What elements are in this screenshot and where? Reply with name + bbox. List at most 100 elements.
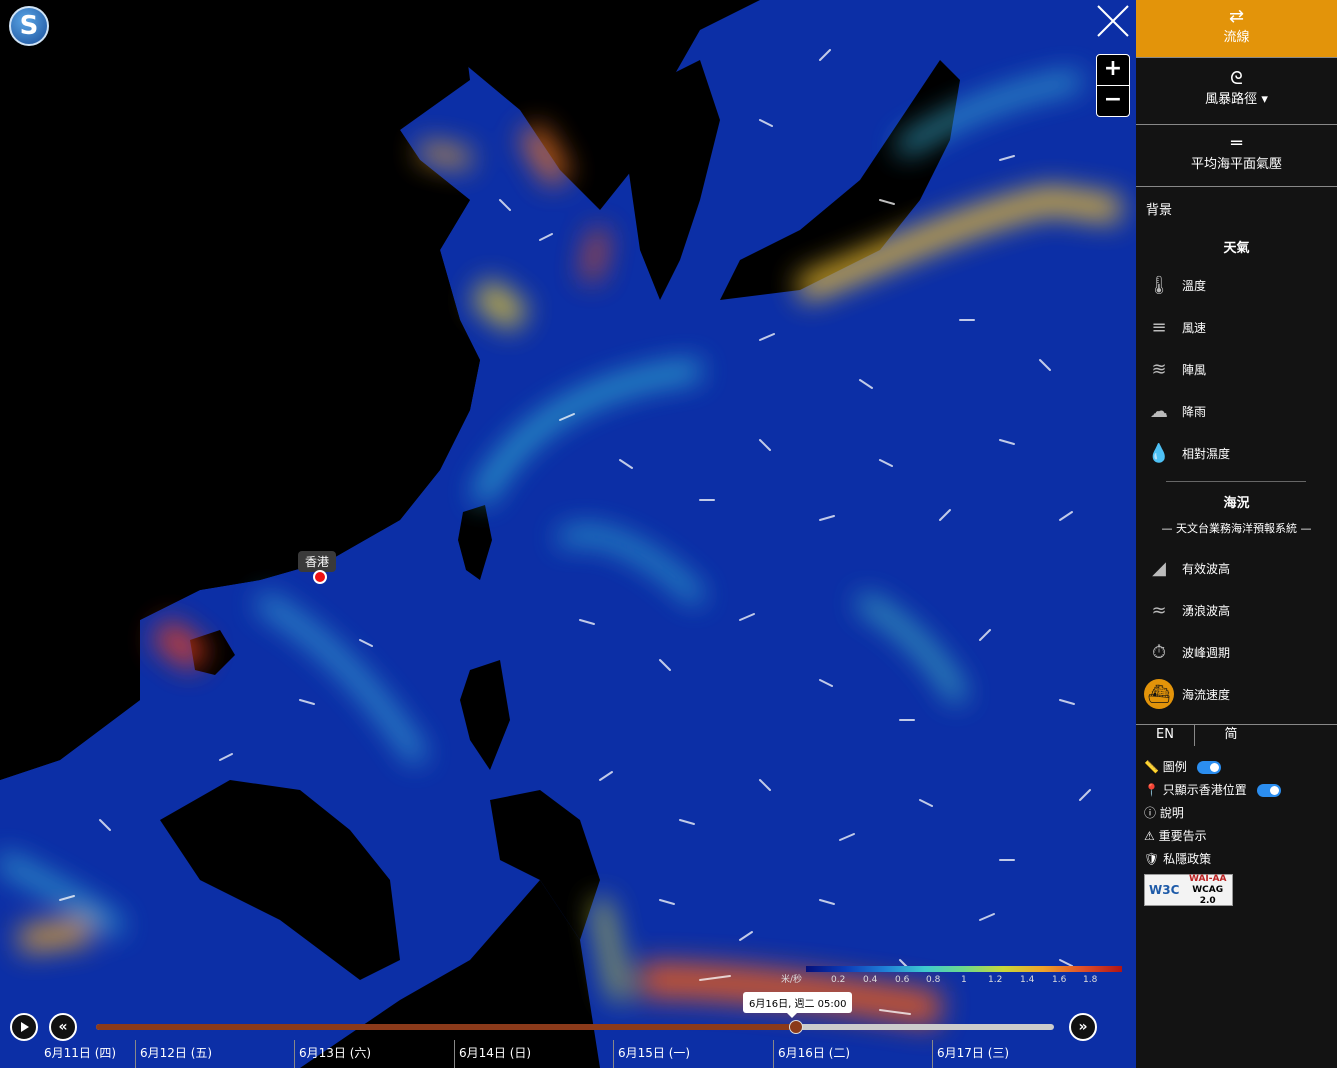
shield-icon: 🛡 <box>1144 852 1160 866</box>
privacy-label: 私隱政策 <box>1163 852 1212 866</box>
ship-icon: ⛴ <box>1144 679 1174 709</box>
caret-down-icon: ▾ <box>1261 92 1268 107</box>
rewind-icon: « <box>58 1019 68 1035</box>
lang-en-button[interactable]: EN <box>1136 724 1195 746</box>
divider <box>1166 481 1306 482</box>
layer-label: 降雨 <box>1182 404 1207 419</box>
step-forward-button[interactable]: » <box>1069 1013 1097 1041</box>
close-button[interactable] <box>1094 2 1132 40</box>
play-button[interactable] <box>10 1013 38 1041</box>
hk-only-toggle-switch[interactable] <box>1256 784 1281 797</box>
legend-tick: 0.2 <box>831 975 846 985</box>
streamline-label: 流線 <box>1223 30 1250 45</box>
ruler-icon: 📏 <box>1144 760 1159 774</box>
legend-tick: 0.4 <box>863 975 878 985</box>
ocean-speed-layer <box>0 0 1136 1068</box>
rain-cloud-icon: ☁ <box>1150 400 1168 422</box>
day-label[interactable]: 6月16日 (二) <box>773 1040 933 1068</box>
gust-icon: ≋ <box>1151 358 1167 380</box>
wave-icon: ◢ <box>1152 557 1166 579</box>
thermometer-icon: 🌡 <box>1147 274 1171 296</box>
pressure-label: 平均海平面氣壓 <box>1190 157 1282 172</box>
layer-panel: ⇄ 流線 ᘓ 風暴路徑 ▾ ═ 平均海平面氣壓 背景 天氣 🌡 溫度 ≡ 風速 … <box>1136 0 1337 1068</box>
wcag-level: WAI-AA <box>1188 873 1227 884</box>
wcag-version: WCAG 2.0 <box>1192 884 1224 906</box>
legend-ticks: 0.2 0.4 0.6 0.8 1 1.2 1.4 1.6 1.8 <box>825 975 1125 987</box>
layer-label: 溫度 <box>1182 278 1207 293</box>
weather-heading: 天氣 <box>1223 241 1250 256</box>
stopwatch-icon: ⏱ <box>1151 641 1167 663</box>
layer-current-speed[interactable]: ⛴ 海流速度 <box>1144 676 1230 712</box>
timeline-days: 6月11日 (四) 6月12日 (五) 6月13日 (六) 6月14日 (日) … <box>0 1040 1136 1068</box>
hong-kong-marker[interactable] <box>313 570 327 584</box>
timeline-slider[interactable] <box>96 1020 1054 1034</box>
zoom-control: + − <box>1096 54 1130 117</box>
sea-heading: 海況 <box>1223 496 1250 511</box>
wind-icon: ≡ <box>1151 316 1167 338</box>
step-back-button[interactable]: « <box>49 1013 77 1041</box>
hk-only-toggle-row[interactable]: 📍 只顯示香港位置 <box>1144 781 1281 798</box>
layer-label: 相對濕度 <box>1182 446 1231 461</box>
background-heading: 背景 <box>1146 203 1173 218</box>
pressure-button[interactable]: ═ 平均海平面氣壓 <box>1136 125 1337 187</box>
info-icon: ⓘ <box>1144 806 1157 820</box>
legend-tick: 1.6 <box>1052 975 1067 985</box>
day-label[interactable]: 6月14日 (日) <box>454 1040 614 1068</box>
timeline-progress <box>96 1024 796 1030</box>
layer-label: 湧浪波高 <box>1182 603 1231 618</box>
swell-icon: ≈ <box>1151 599 1167 621</box>
layer-peak-period[interactable]: ⏱ 波峰週期 <box>1144 634 1230 670</box>
ocean-current-map[interactable]: S + − 香港 米/秒 0.2 0.4 0.6 0.8 1 1.2 1.4 1… <box>0 0 1136 1068</box>
sea-subtitle: — 天文台業務海洋預報系統 — <box>1161 522 1312 535</box>
typhoon-label: 風暴路徑 <box>1205 92 1258 107</box>
layer-wave-height[interactable]: ◢ 有效波高 <box>1144 550 1230 586</box>
notice-label: 重要告示 <box>1158 829 1207 843</box>
day-label[interactable]: 6月13日 (六) <box>294 1040 454 1068</box>
legend-toggle-row[interactable]: 📏 圖例 <box>1144 758 1221 775</box>
layer-humidity[interactable]: 💧 相對濕度 <box>1144 435 1230 471</box>
day-label[interactable]: 6月15日 (一) <box>613 1040 773 1068</box>
privacy-link[interactable]: 🛡 私隱政策 <box>1144 850 1211 867</box>
hong-kong-label: 香港 <box>298 551 337 572</box>
close-icon <box>1097 5 1129 37</box>
legend-tick: 1 <box>961 975 967 985</box>
fast-forward-icon: » <box>1078 1019 1088 1035</box>
layer-swell-height[interactable]: ≈ 湧浪波高 <box>1144 592 1230 628</box>
lang-sc-button[interactable]: 简 <box>1206 724 1256 746</box>
legend-tick: 1.2 <box>988 975 1003 985</box>
warning-icon: ⚠ <box>1144 829 1155 843</box>
layer-label: 海流速度 <box>1182 687 1231 702</box>
layer-gust[interactable]: ≋ 陣風 <box>1144 351 1206 387</box>
location-pin-icon: 📍 <box>1144 783 1159 797</box>
layer-wind-speed[interactable]: ≡ 風速 <box>1144 309 1206 345</box>
help-label: 說明 <box>1159 806 1184 820</box>
zoom-out-button[interactable]: − <box>1097 86 1129 116</box>
legend-tick: 1.4 <box>1020 975 1035 985</box>
typhoon-track-button[interactable]: ᘓ 風暴路徑 ▾ <box>1136 58 1337 125</box>
legend-color-bar <box>806 966 1122 972</box>
equals-icon: ═ <box>1231 133 1242 154</box>
layer-label: 陣風 <box>1182 362 1207 377</box>
humidity-drop-icon: 💧 <box>1147 442 1171 464</box>
day-label[interactable]: 6月12日 (五) <box>135 1040 295 1068</box>
typhoon-icon: ᘓ <box>1230 68 1243 89</box>
wcag-badge[interactable]: W3C WAI-AA WCAG 2.0 <box>1144 874 1233 906</box>
notice-link[interactable]: ⚠ 重要告示 <box>1144 827 1207 844</box>
legend-toggle-label: 圖例 <box>1162 760 1187 774</box>
layer-label: 有效波高 <box>1182 561 1231 576</box>
streamline-button[interactable]: ⇄ 流線 <box>1136 0 1337 58</box>
layer-label: 風速 <box>1182 320 1207 335</box>
layer-temperature[interactable]: 🌡 溫度 <box>1144 267 1206 303</box>
day-label[interactable]: 6月11日 (四) <box>40 1040 136 1068</box>
help-link[interactable]: ⓘ 說明 <box>1144 804 1184 821</box>
legend-tick: 1.8 <box>1083 975 1098 985</box>
legend-toggle-switch[interactable] <box>1196 761 1221 774</box>
time-tooltip: 6月16日, 週二 05:00 <box>743 992 853 1018</box>
legend-tick: 0.6 <box>895 975 910 985</box>
zoom-in-button[interactable]: + <box>1097 55 1129 86</box>
hko-logo[interactable]: S <box>9 6 49 46</box>
play-icon <box>21 1022 29 1032</box>
day-label[interactable]: 6月17日 (三) <box>932 1040 1082 1068</box>
legend-tick: 0.8 <box>926 975 941 985</box>
layer-rainfall[interactable]: ☁ 降雨 <box>1144 393 1206 429</box>
